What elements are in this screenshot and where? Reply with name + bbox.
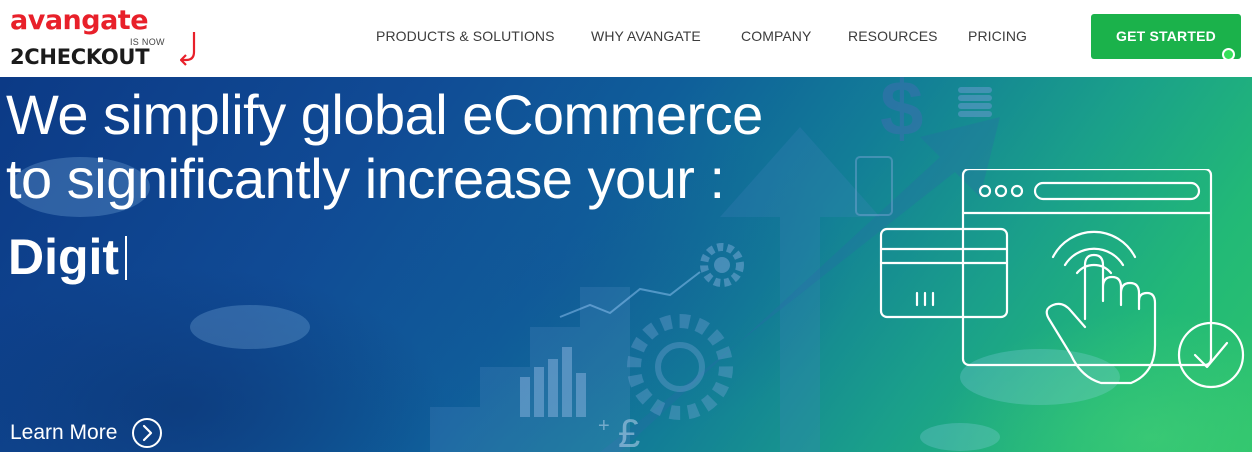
nav-resources[interactable]: RESOURCES [848,28,938,44]
logo-return-arrow-icon [180,32,196,66]
logo-2checkout-text: 2CHECKOUT [10,45,150,69]
hero-headline: We simplify global eCommerce to signific… [6,83,763,211]
get-started-button[interactable]: GET STARTED [1091,14,1241,59]
hero-headline-line-1: We simplify global eCommerce [6,83,763,146]
chat-status-dot [1222,48,1235,61]
logo-avangate-text: avangate [10,5,149,36]
avangate-2checkout-logo[interactable]: avangate IS NOW 2CHECKOUT [10,6,200,72]
typing-caret [125,236,128,280]
site-header: avangate IS NOW 2CHECKOUT PRODUCTS & SOL… [0,0,1252,77]
typed-word: Digit [8,229,120,285]
hero-headline-line-2: to significantly increase your : [6,147,725,210]
learn-more-link[interactable]: Learn More [10,415,163,451]
nav-company[interactable]: COMPANY [741,28,811,44]
nav-pricing[interactable]: PRICING [968,28,1027,44]
pound-sign-icon: £ [618,412,640,452]
hero-typed-text: Digit [8,227,128,287]
learn-more-label: Learn More [10,421,118,444]
svg-text:+: + [598,415,610,437]
coin-stack-icon [958,87,992,117]
nav-products-solutions[interactable]: PRODUCTS & SOLUTIONS [376,28,555,44]
hero-banner: $ £ + We simplify global eCommerce to si… [0,77,1252,452]
dollar-sign-icon: $ [880,77,923,152]
nav-why-avangate[interactable]: WHY AVANGATE [591,28,701,44]
chevron-right-circle-icon[interactable] [131,417,163,449]
gear-icon [700,243,744,287]
browser-tap-card-check-icon [879,169,1245,389]
